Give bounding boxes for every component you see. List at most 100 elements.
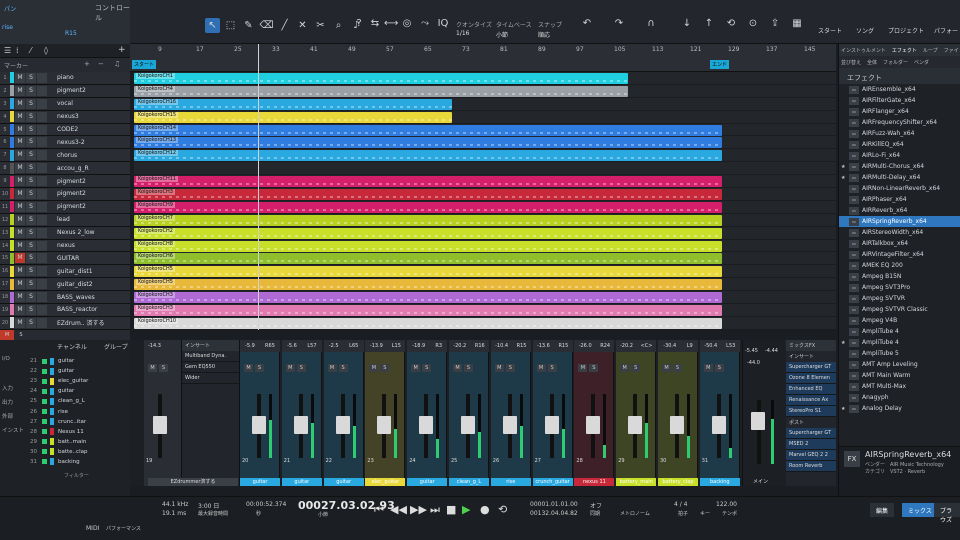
solo-button[interactable]: S (159, 364, 168, 372)
monitor-icon[interactable] (37, 304, 47, 315)
effect-item[interactable]: ▭ AIRReverb_x64 (839, 205, 960, 216)
mute-button[interactable]: M (703, 364, 713, 372)
effect-item[interactable]: ▭ AMT Main Warm (839, 370, 960, 381)
solo-button[interactable]: S (296, 364, 306, 372)
monitor-icon[interactable] (37, 266, 47, 277)
solo-button[interactable]: S (26, 163, 36, 174)
mix-fx-slot[interactable]: StereoPro S1 (786, 406, 836, 417)
mix-fx-slot[interactable]: Renaissance Ax (786, 395, 836, 406)
automation-icon[interactable]: ⁄ (30, 46, 31, 55)
mute-button[interactable]: M (411, 364, 421, 372)
monitor-icon[interactable] (37, 150, 47, 161)
mute-button[interactable]: M (15, 163, 25, 174)
solo-button[interactable]: S (26, 253, 36, 264)
track-color-chip[interactable] (10, 136, 14, 148)
audio-event[interactable]: KoigokoroCH3 (134, 305, 722, 317)
track-header[interactable]: 20 M S EZdrum.. 済する (0, 316, 130, 330)
monitor-icon[interactable] (37, 253, 47, 264)
add-marker-icon[interactable]: + (84, 60, 90, 68)
strip-pan[interactable]: R65 (265, 343, 275, 349)
effect-item[interactable]: ▭ AIRFlanger_x64 (839, 106, 960, 117)
channel-strip[interactable]: -2.5 L65 M S 22 guitar (323, 340, 364, 486)
track-color-chip[interactable] (10, 317, 14, 329)
mute-button[interactable]: M (148, 364, 157, 372)
favorite-star-icon[interactable]: ★ (841, 340, 849, 346)
track-header[interactable]: 1 M Spiano (0, 72, 130, 85)
track-header[interactable]: 15 M S GUITAR (0, 252, 130, 266)
track-color-chip[interactable] (10, 278, 14, 290)
audio-event[interactable]: KoigokoroCH2 (134, 227, 722, 239)
solo-button[interactable]: S (26, 266, 36, 277)
solo-button[interactable]: S (26, 150, 36, 161)
audio-bend-icon[interactable]: ⤳ (418, 18, 432, 32)
track-color-chip[interactable] (10, 291, 14, 303)
solo-button[interactable]: S (26, 137, 36, 148)
track-header[interactable]: 8 M Saccou_g_R (0, 162, 130, 176)
arrow-tool-icon[interactable]: ↖ (205, 18, 220, 33)
audio-event[interactable]: KoigokoroCH6 (134, 253, 722, 265)
effect-item[interactable]: ★ ▭ AmpliTube 4 (839, 337, 960, 348)
channel-strip[interactable]: -13.6 R15 M S 27 crunch_guitar (532, 340, 573, 486)
effect-item[interactable]: ★ ▭ AIRMulti-Delay_x64 (839, 172, 960, 183)
track-header[interactable]: 16 M Sguitar_dist1 (0, 265, 130, 279)
playhead[interactable] (258, 44, 259, 330)
audio-event[interactable]: KoigokoroCH13 (134, 137, 722, 149)
solo-button[interactable]: S (26, 279, 36, 290)
mute-button[interactable]: M (15, 188, 25, 199)
track-color-chip[interactable] (10, 124, 14, 135)
channel-strip[interactable]: -26.0 R24 M S 28 nexus 11 (574, 340, 615, 486)
group-header[interactable]: グループ (104, 342, 128, 351)
solo-button[interactable]: S (547, 364, 557, 372)
track-color-chip[interactable] (10, 98, 14, 110)
track-color-chip[interactable] (10, 252, 14, 264)
effect-item[interactable]: ▭ AIRFrequencyShifter_x64 (839, 117, 960, 128)
strip-pan[interactable]: L53 (726, 343, 735, 349)
visible-toggle[interactable] (42, 419, 47, 425)
visible-toggle[interactable] (42, 459, 47, 465)
strip-pan[interactable]: R15 (558, 343, 568, 349)
undo-icon[interactable]: ↶ (580, 18, 594, 32)
mixer-channel-item[interactable]: 23 elec_guitar (30, 376, 130, 386)
main-fader-cap[interactable] (751, 412, 765, 430)
help-icon[interactable]: ? (352, 18, 366, 32)
monitor-icon[interactable] (37, 317, 47, 328)
upload-icon[interactable]: ↑ (702, 18, 716, 32)
audio-event[interactable]: KoigokoroCH4 (134, 85, 628, 97)
end-flag[interactable]: エンド (710, 60, 730, 69)
loop-back-icon[interactable]: ⏮ (374, 503, 384, 517)
audio-event[interactable]: KoigokoroCH11 (134, 176, 722, 188)
project-button[interactable]: プロジェクト (888, 26, 924, 35)
audio-event[interactable]: KoigokoroCH12 (134, 150, 722, 162)
strip-pan[interactable]: R16 (475, 343, 485, 349)
tab-instruments[interactable]: インストゥルメント (841, 47, 886, 54)
split-tool-icon[interactable]: ✂ (313, 18, 328, 33)
monitor-icon[interactable] (37, 124, 47, 135)
mute-button[interactable]: M (244, 364, 253, 372)
mix-button[interactable]: ミックス (902, 503, 938, 517)
effect-item[interactable]: ▭ AIRLo-Fi_x64 (839, 150, 960, 161)
channel-strip[interactable]: -10.4 R15 M S 26 rise (490, 340, 531, 486)
track-header[interactable]: 12 M Slead (0, 213, 130, 227)
audio-event[interactable]: KoigokoroCH3 (134, 189, 722, 201)
track-lane[interactable]: KoigokoroCH11 (134, 175, 836, 189)
mix-fx-slot[interactable]: Enhanced EQ (786, 384, 836, 395)
effect-item[interactable]: ▭ Anagyph (839, 392, 960, 403)
track-lane[interactable]: KoigokoroCH4 (134, 85, 836, 98)
mute-button[interactable]: M (15, 266, 25, 277)
mute-button[interactable]: M (15, 317, 25, 328)
track-header[interactable]: 13 M S Nexus 2_low (0, 226, 130, 240)
effect-item[interactable]: ▭ Ampeg B15N (839, 271, 960, 282)
strip-pan[interactable]: L65 (349, 343, 358, 349)
mute-button[interactable]: M (15, 124, 25, 135)
track-lane[interactable]: KoigokoroCH7 (134, 214, 836, 227)
visible-toggle[interactable] (42, 378, 47, 384)
effect-item[interactable]: ▭ AIRTalkbox_x64 (839, 238, 960, 249)
time-signature[interactable]: 4 / 4 (674, 501, 687, 508)
solo-button[interactable]: S (26, 201, 36, 212)
add-track-icon[interactable]: + (118, 45, 126, 55)
visible-toggle[interactable] (42, 398, 47, 404)
ezdrummer-strip[interactable]: -14.3 MS 19 (144, 340, 182, 486)
mix-icon[interactable]: ◊ (44, 46, 48, 55)
monitor-icon[interactable] (37, 137, 47, 148)
solo-button[interactable]: S (26, 188, 36, 199)
